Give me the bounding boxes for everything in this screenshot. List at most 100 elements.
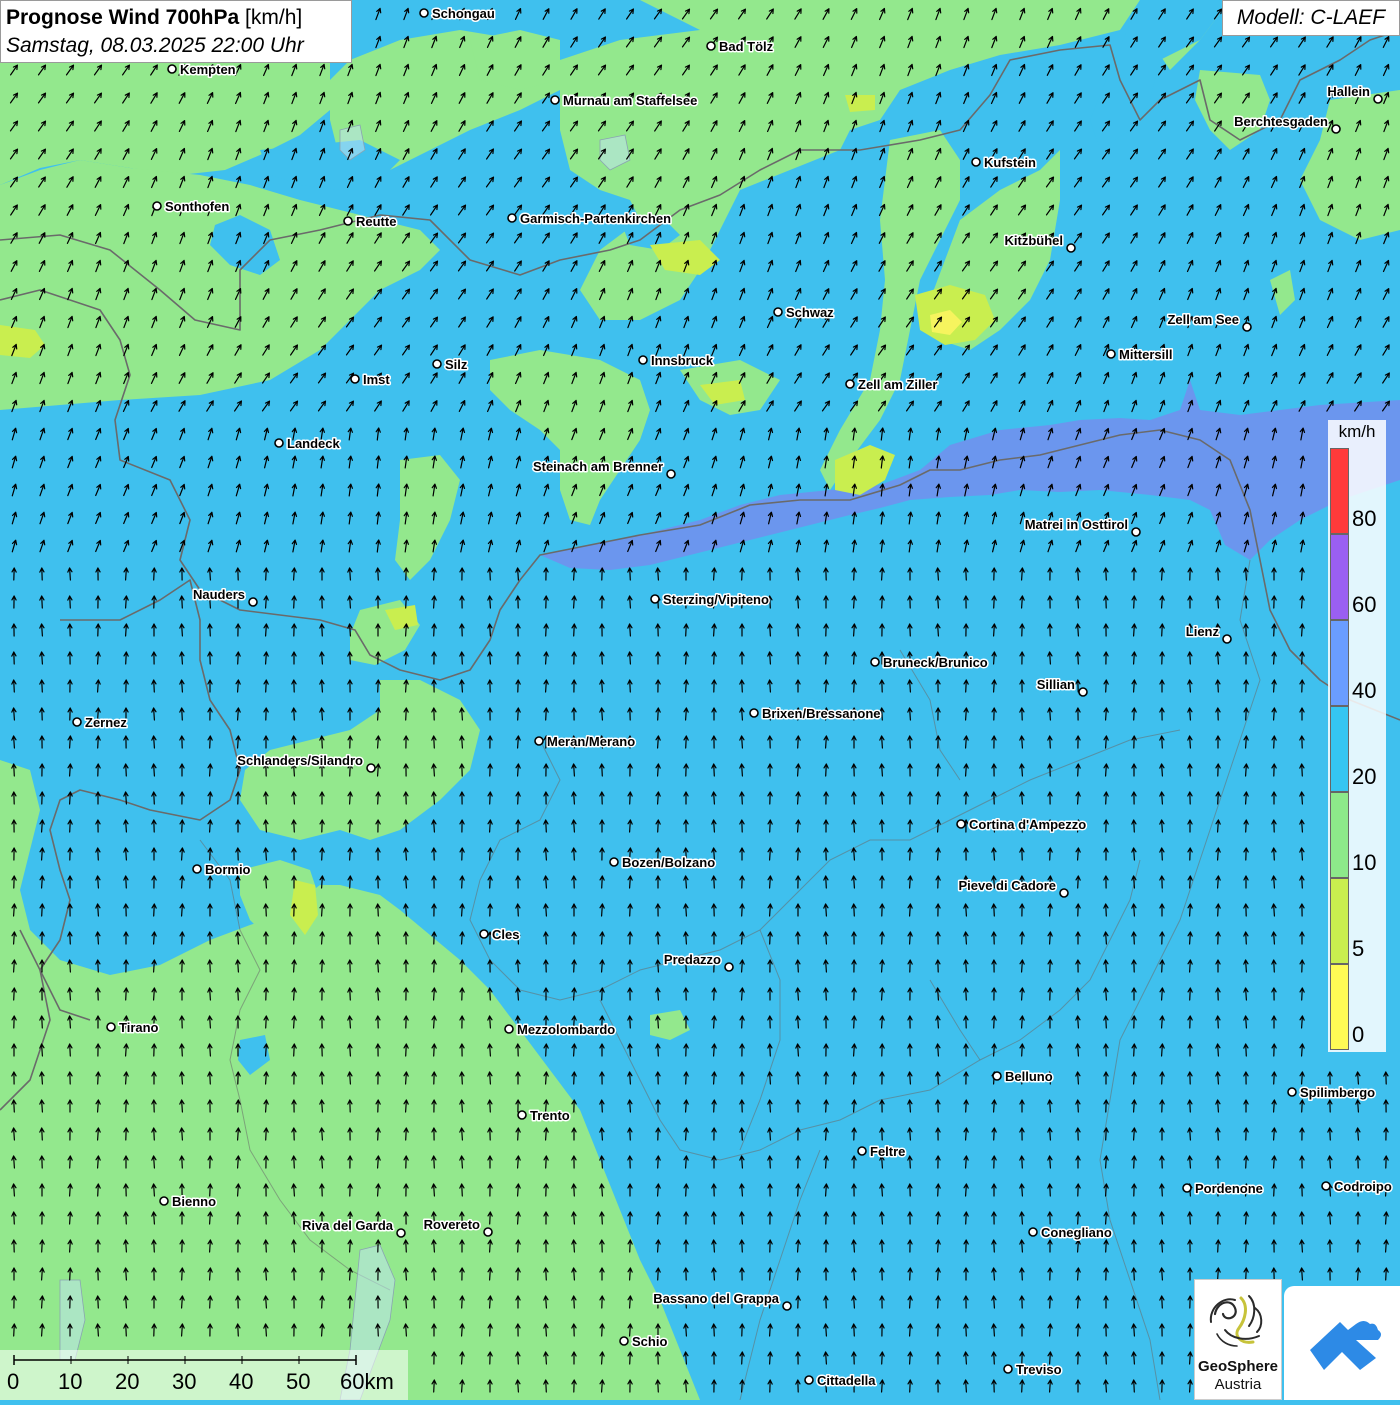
city-marker (956, 819, 966, 829)
city-cortina-d-ampezzo[interactable]: Cortina d'Ampezzo (956, 816, 1088, 834)
city-label: Imst (363, 372, 390, 387)
legend-tick-20: 20 (1352, 764, 1377, 789)
city-label: Kempten (180, 62, 236, 77)
city-marker (534, 736, 544, 746)
city-marker (507, 213, 517, 223)
city-marker (971, 157, 981, 167)
legend-tick-60: 60 (1352, 592, 1377, 617)
city-marker (845, 379, 855, 389)
map-title: Prognose Wind 700hPa [km/h] (6, 6, 303, 29)
city-label: Schlanders/Silandro (237, 753, 363, 768)
city-sterzing-vipiteno[interactable]: Sterzing/Vipiteno (650, 591, 770, 609)
city-spilimbergo[interactable]: Spilimbergo (1287, 1084, 1377, 1102)
city-marker (650, 594, 660, 604)
city-marker (992, 1071, 1002, 1081)
geosphere-logo[interactable]: GeoSphere Austria (1194, 1279, 1282, 1400)
city-label: Pordenone (1195, 1181, 1263, 1196)
city-marker (1331, 124, 1341, 134)
city-label: Tirano (119, 1020, 159, 1035)
city-bruneck-brunico[interactable]: Bruneck/Brunico (870, 654, 989, 672)
legend-swatch-80 (1330, 448, 1349, 534)
city-garmisch-partenkirchen[interactable]: Garmisch-Partenkirchen (507, 210, 673, 228)
legend-tick-5: 5 (1352, 936, 1365, 961)
city-marker (343, 216, 353, 226)
city-label: Schio (632, 1334, 667, 1349)
city-marker (550, 95, 560, 105)
scale-label-50: 50 (286, 1369, 311, 1394)
city-marker (72, 717, 82, 727)
city-conegliano[interactable]: Conegliano (1028, 1224, 1113, 1242)
city-marker (749, 708, 759, 718)
city-label: Bormio (205, 862, 251, 877)
city-label: Spilimbergo (1300, 1085, 1375, 1100)
weather-app-logo[interactable] (1284, 1286, 1400, 1400)
city-marker (366, 763, 376, 773)
city-label: Belluno (1005, 1069, 1053, 1084)
city-marker (773, 307, 783, 317)
city-label: Zell am See (1167, 312, 1239, 327)
city-label: Murnau am Staffelsee (563, 93, 697, 108)
city-marker (483, 1227, 493, 1237)
wind-legend: km/h 80 60 40 20 10 5 0 (1328, 420, 1386, 1052)
city-label: Conegliano (1041, 1225, 1112, 1240)
city-marker (106, 1022, 116, 1032)
legend-tick-40: 40 (1352, 678, 1377, 703)
scale-label-10: 10 (58, 1369, 83, 1394)
city-marker (1131, 527, 1141, 537)
city-marker (857, 1146, 867, 1156)
city-label: Predazzo (664, 952, 721, 967)
city-pordenone[interactable]: Pordenone (1182, 1180, 1264, 1198)
city-label: Rovereto (424, 1217, 480, 1232)
legend-tick-0: 0 (1352, 1022, 1365, 1047)
city-label: Garmisch-Partenkirchen (520, 211, 671, 226)
city-zell-am-ziller[interactable]: Zell am Ziller (845, 376, 939, 394)
city-label: Zell am Ziller (858, 377, 937, 392)
geosphere-sub: Austria (1214, 1376, 1262, 1393)
city-marker (517, 1110, 527, 1120)
scale-bar: 0 10 20 30 40 50 60km (0, 1350, 408, 1400)
legend-swatch-5 (1330, 878, 1349, 964)
city-label: Schongau (432, 6, 495, 21)
geosphere-name: GeoSphere (1197, 1358, 1279, 1375)
city-label: Landeck (287, 436, 341, 451)
scale-label-30: 30 (172, 1369, 197, 1394)
city-label: Mezzolombardo (517, 1022, 615, 1037)
city-marker (479, 929, 489, 939)
city-label: Brixen/Bressanone (762, 706, 881, 721)
city-label: Cittadella (817, 1373, 876, 1388)
city-marker (706, 41, 716, 51)
scale-label-0: 0 (7, 1369, 20, 1394)
city-murnau-am-staffelsee[interactable]: Murnau am Staffelsee (550, 92, 699, 110)
city-marker (396, 1228, 406, 1238)
city-label: Nauders (193, 587, 245, 602)
city-brixen-bressanone[interactable]: Brixen/Bressanone (749, 705, 882, 723)
city-meran-merano[interactable]: Meran/Merano (534, 733, 637, 751)
city-label: Hallein (1327, 84, 1370, 99)
city-label: Cles (492, 927, 519, 942)
city-label: Mittersill (1119, 347, 1172, 362)
city-marker (192, 864, 202, 874)
city-marker (870, 657, 880, 667)
legend-swatch-10 (1330, 792, 1349, 878)
city-label: Sonthofen (165, 199, 229, 214)
city-label: Silz (445, 357, 468, 372)
city-marker (167, 64, 177, 74)
scale-label-20: 20 (115, 1369, 140, 1394)
wind-map[interactable]: Schongau Bad Tölz Kempten Murnau am Staffel… (0, 0, 1400, 1400)
city-label: Kufstein (984, 155, 1036, 170)
city-label: Berchtesgaden (1234, 114, 1328, 129)
city-label: Trento (530, 1108, 570, 1123)
city-label: Innsbruck (651, 353, 714, 368)
city-marker (1106, 349, 1116, 359)
city-label: Bienno (172, 1194, 216, 1209)
city-marker (804, 1375, 814, 1385)
city-innsbruck[interactable]: Innsbruck (638, 352, 715, 370)
scale-label-40: 40 (229, 1369, 254, 1394)
city-sonthofen[interactable]: Sonthofen (152, 198, 231, 216)
city-marker (1003, 1364, 1013, 1374)
city-bozen-bolzano[interactable]: Bozen/Bolzano (609, 854, 717, 872)
city-schongau[interactable]: Schongau (419, 5, 496, 23)
city-marker (1373, 94, 1383, 104)
city-marker (1059, 888, 1069, 898)
city-mezzolombardo[interactable]: Mezzolombardo (504, 1021, 617, 1039)
